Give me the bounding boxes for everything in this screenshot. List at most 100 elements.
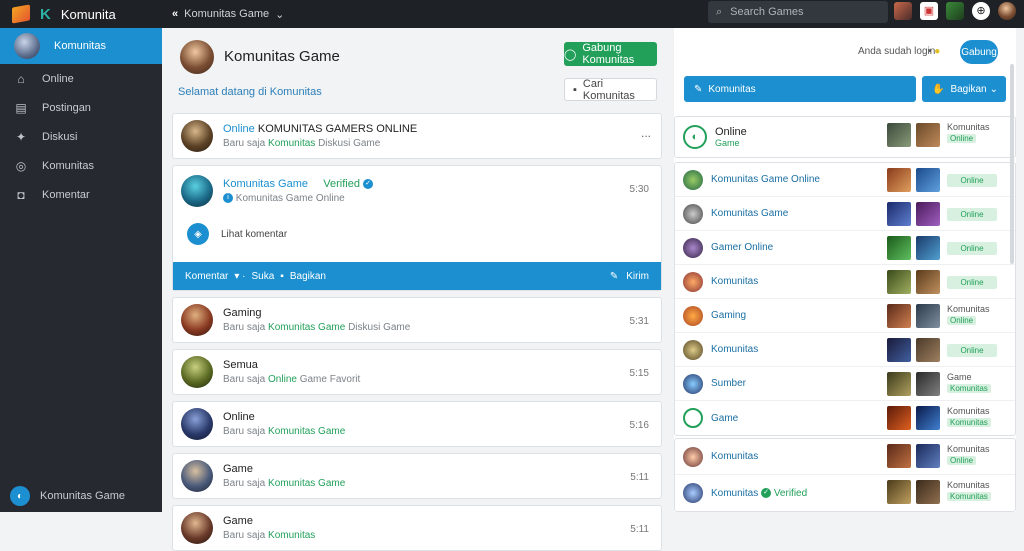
- list-item[interactable]: Game Komunitas Komunitas: [675, 401, 1015, 435]
- game-thumb[interactable]: [916, 406, 940, 430]
- post-time: 5:16: [629, 420, 649, 431]
- reply-icon[interactable]: ◈: [187, 223, 209, 245]
- game-thumb[interactable]: [887, 202, 911, 226]
- post-card[interactable]: Semua Baru saja Online Game Favorit 5:15: [172, 349, 662, 395]
- list-item-name[interactable]: Komunitas: [711, 344, 758, 355]
- brand[interactable]: K Komunita: [0, 4, 162, 24]
- list-item[interactable]: Komunitas Komunitas Online: [675, 439, 1015, 475]
- list-item[interactable]: Komunitas Game Online Online: [675, 163, 1015, 197]
- game-thumb[interactable]: [887, 444, 911, 468]
- like-button[interactable]: Suka: [252, 271, 275, 282]
- sidebar-item-diskusi[interactable]: ✦ Diskusi: [0, 122, 162, 151]
- game-thumb[interactable]: [887, 304, 911, 328]
- sidebar-item-komunitas-2[interactable]: ◎ Komunitas: [0, 151, 162, 180]
- list-item[interactable]: Komunitas Game Online: [675, 197, 1015, 231]
- list-item[interactable]: Gaming Komunitas Online: [675, 299, 1015, 333]
- scrollbar[interactable]: [1010, 64, 1014, 264]
- list-item-name[interactable]: Komunitas Game Online: [711, 174, 820, 185]
- game-thumb[interactable]: [887, 123, 911, 147]
- sidebar-item-postingan[interactable]: ▤ Postingan: [0, 93, 162, 122]
- post-card[interactable]: Game Baru saja Komunitas Game 5:11: [172, 453, 662, 499]
- game-thumb[interactable]: [887, 236, 911, 260]
- join-button[interactable]: ◯ Gabung Komunitas: [564, 42, 657, 66]
- sidebar-footer[interactable]: ◐ Komunitas Game: [10, 486, 125, 506]
- list-item-name[interactable]: Game: [711, 413, 738, 424]
- komunitas-button[interactable]: ✎ Komunitas: [684, 76, 916, 102]
- post-author[interactable]: Online: [223, 411, 661, 423]
- sidebar-item-komentar[interactable]: ◘ Komentar: [0, 180, 162, 209]
- chevron-down-icon[interactable]: ▾ ·: [234, 271, 245, 282]
- game-thumb[interactable]: [916, 480, 940, 504]
- post-author[interactable]: Gaming: [223, 307, 661, 319]
- sidebar-item-label: Online: [42, 72, 74, 85]
- game-icon[interactable]: [946, 2, 964, 20]
- list-item-name-wrap[interactable]: Komunitas ✓ Verified: [711, 488, 807, 499]
- sidebar-item-online[interactable]: ⌂ Online: [0, 64, 162, 93]
- view-comments[interactable]: Lihat komentar: [221, 229, 287, 240]
- post-meta-tag[interactable]: Komunitas: [268, 138, 315, 149]
- post-author[interactable]: Komunitas Game: [223, 178, 308, 190]
- pin-icon[interactable]: ✎: [610, 271, 618, 282]
- back-icon[interactable]: «: [172, 8, 178, 20]
- post-meta-tag[interactable]: Online: [268, 374, 297, 385]
- share-icon[interactable]: ▪: [280, 271, 284, 282]
- game-thumb[interactable]: [887, 480, 911, 504]
- list-item[interactable]: ◐ Online Game Komunitas Online: [675, 117, 1015, 157]
- search-input[interactable]: ⌕ Search Games: [708, 1, 888, 23]
- game-thumb[interactable]: [916, 236, 940, 260]
- settings-icon[interactable]: ⊕: [972, 2, 990, 20]
- game-thumb[interactable]: [916, 123, 940, 147]
- search-community-button[interactable]: ▪ Cari Komunitas: [564, 78, 657, 102]
- post-author[interactable]: Game: [223, 515, 661, 527]
- game-thumb[interactable]: [916, 372, 940, 396]
- send-button[interactable]: Kirim: [626, 271, 649, 282]
- avatar-icon[interactable]: [894, 2, 912, 20]
- post-meta-tag[interactable]: Komunitas Game: [268, 478, 345, 489]
- post-card[interactable]: Online Baru saja Komunitas Game 5:16: [172, 401, 662, 447]
- search-placeholder: Search Games: [730, 6, 804, 18]
- post-author[interactable]: Online: [223, 123, 255, 135]
- list-item-name[interactable]: Sumber: [711, 378, 746, 389]
- list-item[interactable]: Komunitas Online: [675, 265, 1015, 299]
- post-meta-tag[interactable]: Komunitas Game: [268, 322, 345, 333]
- post-author[interactable]: Game: [223, 463, 661, 475]
- game-thumb[interactable]: [916, 168, 940, 192]
- game-thumb[interactable]: [916, 338, 940, 362]
- post-author[interactable]: Semua: [223, 359, 661, 371]
- page-subtitle[interactable]: Selamat datang di Komunitas: [178, 86, 322, 98]
- gabung-button[interactable]: Gabung: [960, 40, 998, 64]
- game-thumb[interactable]: [916, 444, 940, 468]
- post-card[interactable]: Online KOMUNITAS GAMERS ONLINE Baru saja…: [172, 113, 662, 159]
- chevron-down-icon[interactable]: ⌄: [275, 8, 284, 21]
- post-meta-time: Baru saja: [223, 322, 266, 333]
- list-item-name[interactable]: Komunitas Game: [711, 208, 788, 219]
- list-item-name[interactable]: Gaming: [711, 310, 746, 321]
- post-card-expanded[interactable]: Komunitas Game Verified ✓ i Komunitas Ga…: [172, 165, 662, 291]
- gift-icon[interactable]: ▣: [920, 2, 938, 20]
- game-thumb[interactable]: [887, 406, 911, 430]
- share-button[interactable]: Bagikan: [290, 271, 326, 282]
- game-thumb[interactable]: [887, 338, 911, 362]
- game-thumb[interactable]: [916, 270, 940, 294]
- share-dropdown[interactable]: ✋ Bagikan ⌄: [922, 76, 1006, 102]
- profile-icon[interactable]: [998, 2, 1016, 20]
- sidebar-item-komunitas[interactable]: Komunitas: [0, 28, 162, 64]
- breadcrumb[interactable]: « Komunitas Game ⌄: [162, 8, 284, 21]
- game-thumb[interactable]: [887, 168, 911, 192]
- list-item-name[interactable]: Komunitas: [711, 276, 758, 287]
- list-item[interactable]: Komunitas ✓ Verified Komunitas Komunitas: [675, 475, 1015, 511]
- game-thumb[interactable]: [887, 372, 911, 396]
- more-icon[interactable]: ...: [641, 126, 651, 140]
- post-card[interactable]: Gaming Baru saja Komunitas Game Diskusi …: [172, 297, 662, 343]
- post-meta-tag[interactable]: Komunitas Game: [268, 426, 345, 437]
- list-item[interactable]: Gamer Online Online: [675, 231, 1015, 265]
- list-item-name[interactable]: Gamer Online: [711, 242, 773, 253]
- list-item[interactable]: Sumber Game Komunitas: [675, 367, 1015, 401]
- post-meta-tag[interactable]: Komunitas: [268, 530, 315, 541]
- comment-button[interactable]: Komentar: [185, 271, 228, 282]
- list-item[interactable]: Komunitas Online: [675, 333, 1015, 367]
- list-item-name[interactable]: Komunitas: [711, 451, 758, 462]
- game-thumb[interactable]: [916, 304, 940, 328]
- game-thumb[interactable]: [916, 202, 940, 226]
- game-thumb[interactable]: [887, 270, 911, 294]
